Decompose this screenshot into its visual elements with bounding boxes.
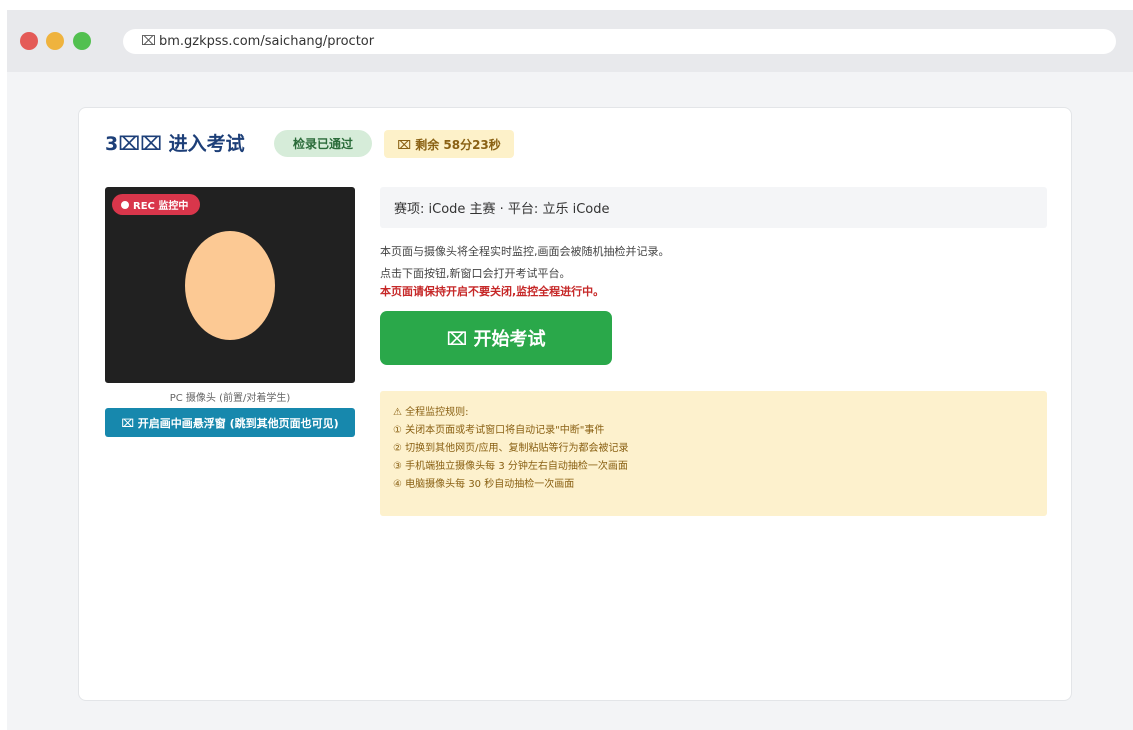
rule-item: ① 关闭本页面或考试窗口将自动记录"中断"事件 xyxy=(393,425,605,436)
page-icon: ⌧ xyxy=(141,34,156,49)
start-exam-button[interactable]: ⌧ 开始考试 xyxy=(380,311,612,365)
rule-item: ② 切换到其他网页/应用、复制粘贴等行为都会被记录 xyxy=(393,443,629,454)
monitoring-rules-box: ⚠ 全程监控规则: ① 关闭本页面或考试窗口将自动记录"中断"事件 ② 切换到其… xyxy=(380,391,1047,516)
proctor-card: 3⌧⌧ 进入考试 检录已通过 ⌧ 剩余 58分23秒 REC 监控中 PC 摄像… xyxy=(78,107,1072,701)
page-title: 3⌧⌧ 进入考试 xyxy=(105,133,245,155)
description-line-1: 本页面与摄像头将全程实时监控,画面会被随机抽检并记录。 xyxy=(380,245,670,258)
maximize-window-button[interactable] xyxy=(73,32,91,50)
camera-caption: PC 摄像头 (前置/对着学生) xyxy=(169,393,291,404)
rule-item: ④ 电脑摄像头每 30 秒自动抽检一次画面 xyxy=(393,479,575,490)
close-window-button[interactable] xyxy=(20,32,38,50)
url-text: bm.gzkpss.com/saichang/proctor xyxy=(158,34,375,49)
face-placeholder xyxy=(185,231,275,340)
address-bar[interactable]: ⌧ bm.gzkpss.com/saichang/proctor xyxy=(123,29,1116,54)
minimize-window-button[interactable] xyxy=(46,32,64,50)
camera-preview: REC 监控中 xyxy=(105,187,355,383)
description-line-2: 点击下面按钮,新窗口会打开考试平台。 xyxy=(380,267,571,280)
browser-window: ⌧ bm.gzkpss.com/saichang/proctor 3⌧⌧ 进入考… xyxy=(7,10,1133,730)
picture-in-picture-button[interactable]: ⌧ 开启画中画悬浮窗 (跳到其他页面也可见) xyxy=(105,408,355,437)
browser-titlebar: ⌧ bm.gzkpss.com/saichang/proctor xyxy=(7,10,1133,72)
record-dot-icon xyxy=(121,200,129,209)
warning-text: 本页面请保持开启不要关闭,监控全程进行中。 xyxy=(380,285,605,298)
rule-item: ③ 手机端独立摄像头每 3 分钟左右自动抽检一次画面 xyxy=(393,461,628,472)
event-info: 赛项: iCode 主赛 · 平台: 立乐 iCode xyxy=(380,187,1047,228)
checkin-status-badge: 检录已通过 xyxy=(274,130,372,157)
rec-label: REC 监控中 xyxy=(133,201,189,212)
rules-title: ⚠ 全程监控规则: xyxy=(393,407,469,418)
remaining-time-badge: ⌧ 剩余 58分23秒 xyxy=(384,130,514,158)
rec-badge: REC 监控中 xyxy=(112,194,201,215)
